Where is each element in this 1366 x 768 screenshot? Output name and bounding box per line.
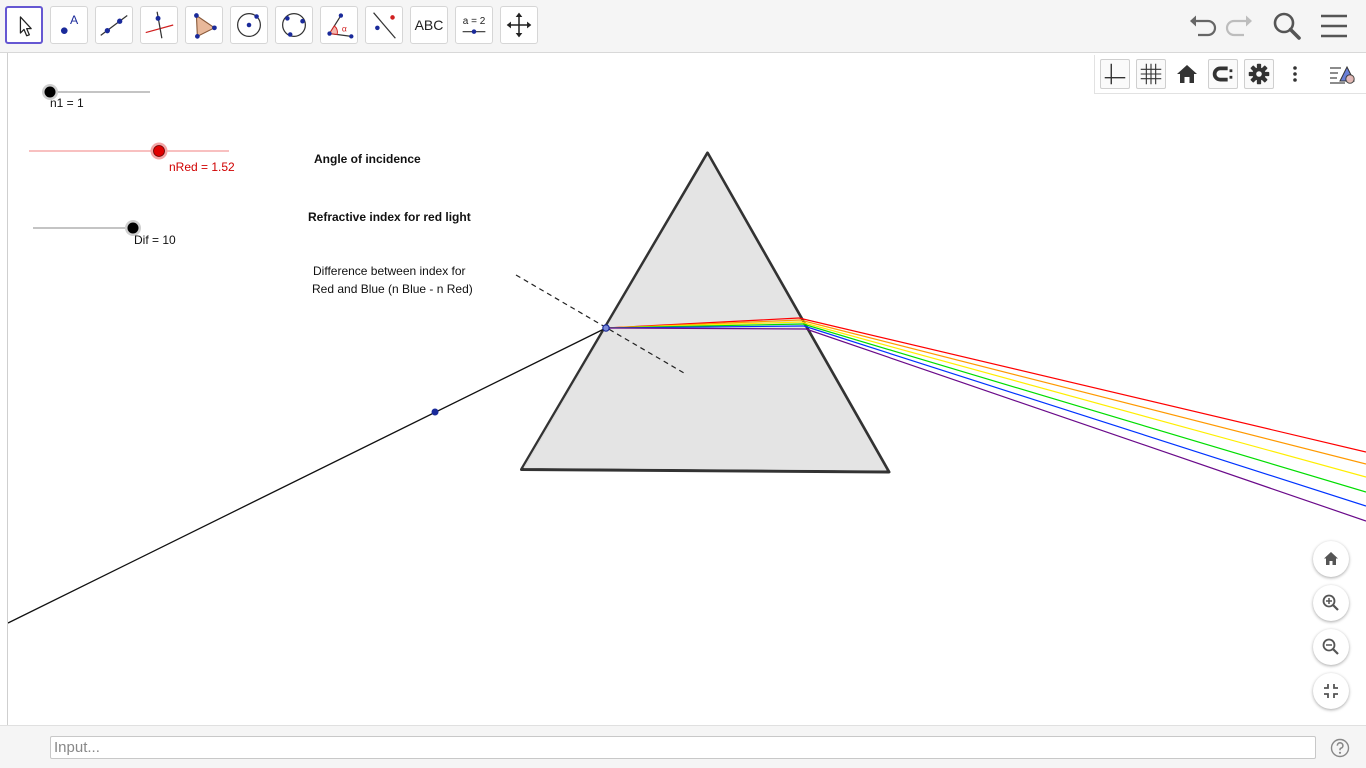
view-left-border	[7, 53, 8, 725]
graphics-view[interactable]: n1 = 1 nRed = 1.52 Dif = 10 Angle of inc…	[0, 53, 1366, 725]
tool-move[interactable]	[5, 6, 43, 44]
ray-source-point[interactable]	[431, 408, 439, 416]
grid-icon	[1140, 63, 1162, 85]
line-through-points-icon	[100, 15, 128, 36]
perpendicular-line-icon	[145, 11, 174, 39]
point-icon-glyph: A	[70, 13, 79, 27]
slider-n1-label: n1 = 1	[50, 96, 84, 110]
menu-icon	[1321, 14, 1347, 38]
exit-ray-violet	[805, 328, 1366, 522]
point-capturing-button[interactable]	[1208, 59, 1238, 89]
exit-ray-orange	[799, 319, 1366, 465]
tool-circle-three-points[interactable]	[275, 6, 313, 44]
zoom-out-button[interactable]	[1313, 629, 1349, 665]
zoom-out-icon	[1322, 638, 1339, 655]
tool-perpendicular[interactable]	[140, 6, 178, 44]
point-icon: A	[60, 13, 79, 34]
slider-nred[interactable]: nRed = 1.52	[29, 142, 235, 175]
algebra-input[interactable]	[50, 736, 1316, 759]
standard-view-icon	[1324, 552, 1338, 565]
tool-slider[interactable]: a = 2	[455, 6, 493, 44]
slider-n1[interactable]: n1 = 1	[42, 84, 150, 110]
grid-toggle[interactable]	[1136, 59, 1166, 89]
red-index-label: Refractive index for red light	[308, 210, 471, 224]
point-capturing-icon	[1212, 66, 1233, 82]
zoom-in-icon	[1322, 594, 1339, 611]
graphics-style-bar	[1094, 55, 1366, 94]
search-icon	[1273, 12, 1301, 40]
exit-ray-red	[798, 317, 1366, 453]
dispersed-rays-outside	[798, 317, 1366, 522]
difference-label-line1: Difference between index for	[313, 264, 466, 278]
toolbar: A α ABC a = 2	[0, 0, 1366, 53]
input-bar	[0, 725, 1366, 768]
slider-dif[interactable]: Dif = 10	[33, 220, 176, 247]
tool-reflect[interactable]	[365, 6, 403, 44]
standard-view-zoom-button[interactable]	[1313, 541, 1349, 577]
angle-icon-glyph: α	[342, 24, 347, 34]
prism-triangle[interactable]	[520, 151, 891, 474]
tool-point[interactable]: A	[50, 6, 88, 44]
circle-center-icon	[237, 13, 261, 37]
slider-nred-handle	[153, 145, 165, 157]
help-icon[interactable]	[1330, 738, 1350, 758]
tool-text[interactable]: ABC	[410, 6, 448, 44]
tool-line[interactable]	[95, 6, 133, 44]
exit-ray-blue	[803, 325, 1366, 507]
search-button[interactable]	[1270, 9, 1304, 43]
redo-button[interactable]	[1223, 9, 1257, 43]
settings-button[interactable]	[1244, 59, 1274, 89]
zoom-in-button[interactable]	[1313, 585, 1349, 621]
incident-ray[interactable]	[7, 327, 607, 624]
cursor-arrow-icon	[19, 16, 32, 37]
slider-icon	[462, 29, 486, 34]
tool-move-view[interactable]	[500, 6, 538, 44]
redo-icon	[1225, 15, 1252, 37]
undo-button[interactable]	[1185, 9, 1219, 43]
tool-polygon[interactable]	[185, 6, 223, 44]
difference-label-line2: Red and Blue (n Blue - n Red)	[312, 282, 473, 296]
incidence-point[interactable]	[602, 324, 610, 332]
slider-dif-label: Dif = 10	[134, 233, 176, 247]
tool-angle[interactable]: α	[320, 6, 358, 44]
move-view-icon	[506, 12, 532, 38]
undo-icon	[1190, 15, 1217, 37]
tool-circle-center[interactable]	[230, 6, 268, 44]
reflect-icon	[373, 12, 396, 39]
slider-dif-handle	[127, 222, 139, 234]
fullscreen-exit-button[interactable]	[1313, 673, 1349, 709]
angle-of-incidence-label: Angle of incidence	[314, 152, 421, 166]
circle-three-points-icon	[282, 13, 306, 37]
polygon-icon	[194, 13, 217, 39]
style-bar-toggle-icon	[1330, 65, 1355, 84]
angle-icon: α	[327, 13, 354, 39]
home-icon	[1177, 65, 1197, 83]
standard-view-button[interactable]	[1172, 59, 1202, 89]
main-menu-button[interactable]	[1317, 9, 1351, 43]
text-tool-icon: ABC	[414, 17, 444, 33]
axes-toggle[interactable]	[1100, 59, 1130, 89]
fullscreen-exit-icon	[1324, 684, 1338, 698]
exit-ray-yellow	[800, 321, 1366, 478]
style-bar-toggle-button[interactable]	[1327, 59, 1357, 89]
axes-icon	[1104, 63, 1126, 85]
more-options-button[interactable]	[1280, 59, 1310, 89]
gear-icon	[1248, 63, 1270, 85]
more-vert-icon	[1293, 66, 1297, 82]
slider-nred-label: nRed = 1.52	[169, 160, 235, 174]
